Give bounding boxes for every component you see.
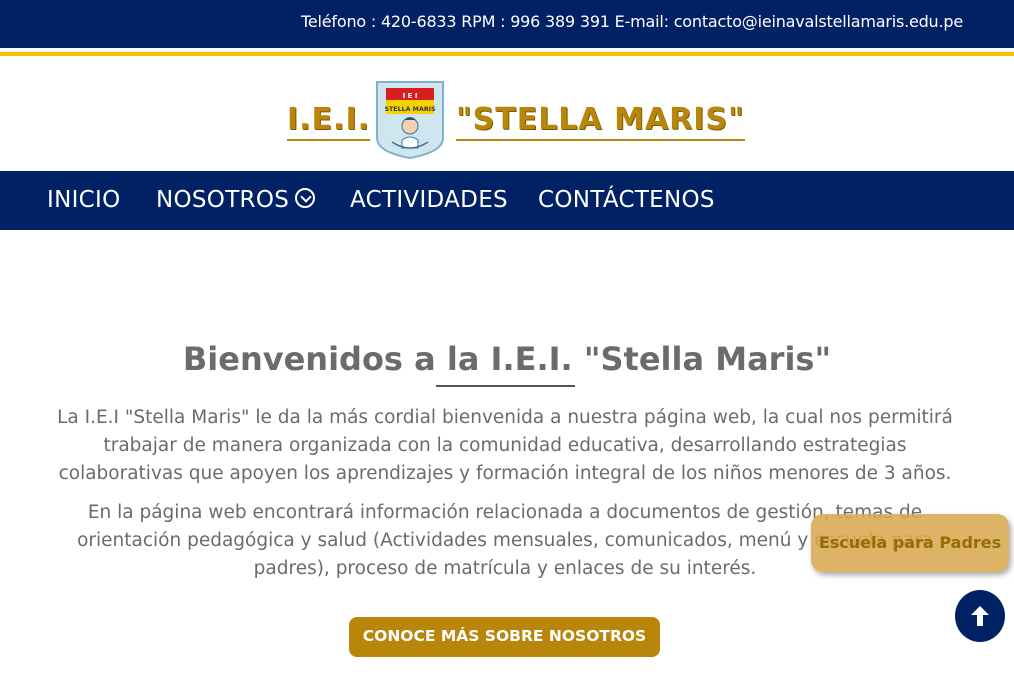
parents-school-button[interactable]: Escuela para Padres <box>811 514 1009 572</box>
main-navigation: INICIO NOSOTROS ACTIVIDADES CONTÁCTENOS <box>0 171 1014 230</box>
title-underline <box>436 385 575 387</box>
school-crest-logo[interactable]: I E I STELLA MARIS <box>374 80 446 160</box>
intro-paragraph: La I.E.I "Stella Maris" le da la más cor… <box>57 407 953 484</box>
crest-name-text: STELLA MARIS <box>384 106 436 113</box>
chevron-down-circle-icon[interactable] <box>295 188 316 208</box>
nav-item-actividades[interactable]: ACTIVIDADES <box>350 187 508 213</box>
nav-item-nosotros[interactable]: NOSOTROS <box>156 187 316 213</box>
contact-info: Teléfono : 420-6833 RPM : 996 389 391 E-… <box>301 12 963 31</box>
crest-top-text: I E I <box>403 92 418 100</box>
brand-header: I.E.I. I E I STELLA MARIS "STELLA MARIS" <box>0 56 1014 171</box>
brand-stella-maris-text[interactable]: "STELLA MARIS" <box>456 102 745 141</box>
brand-iei-text[interactable]: I.E.I. <box>287 102 371 141</box>
learn-more-button[interactable]: CONOCE MÁS SOBRE NOSOTROS > <box>349 617 660 681</box>
arrow-up-icon <box>971 606 989 626</box>
nav-item-label: NOSOTROS <box>156 187 290 213</box>
top-contact-bar: Teléfono : 420-6833 RPM : 996 389 391 E-… <box>0 0 1014 48</box>
nav-item-contactenos[interactable]: CONTÁCTENOS <box>538 187 715 213</box>
nav-item-label: INICIO <box>47 187 121 213</box>
nav-item-label: ACTIVIDADES <box>350 187 508 213</box>
nav-item-inicio[interactable]: INICIO <box>47 187 121 213</box>
nav-item-label: CONTÁCTENOS <box>538 187 715 213</box>
welcome-title: Bienvenidos a la I.E.I. "Stella Maris" <box>182 340 832 378</box>
back-to-top-button[interactable] <box>955 590 1005 642</box>
